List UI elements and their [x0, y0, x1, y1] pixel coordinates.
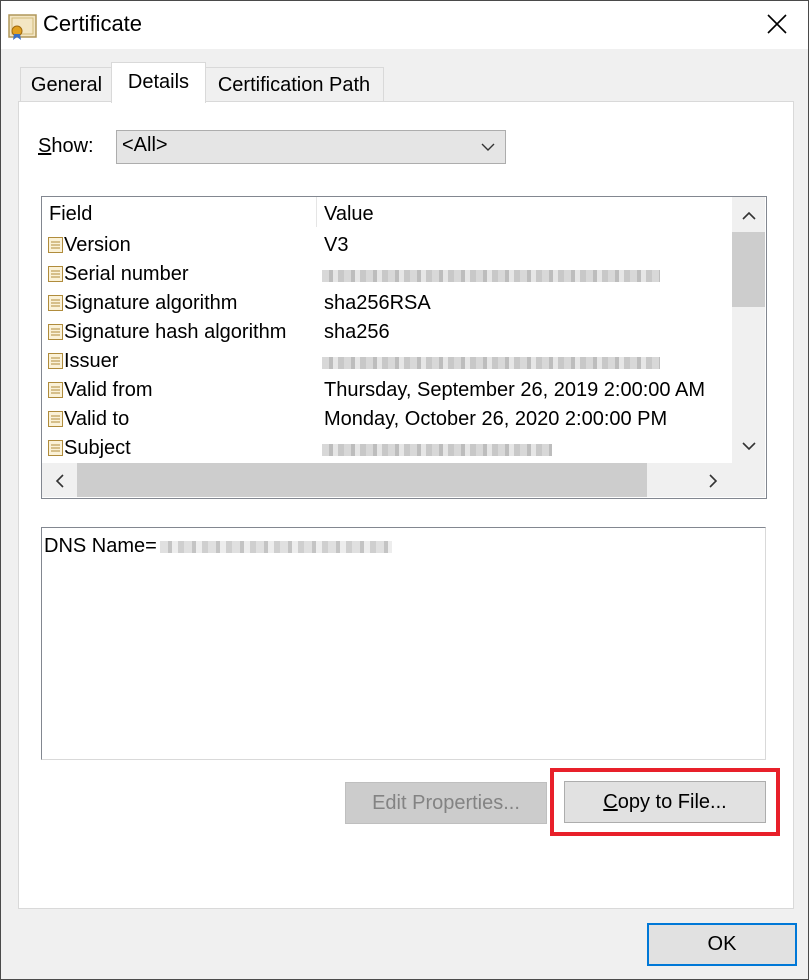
- horizontal-scroll-thumb[interactable]: [77, 463, 647, 497]
- close-icon: [767, 14, 787, 34]
- tab-certification-path[interactable]: Certification Path: [204, 67, 384, 101]
- show-selected-value: <All>: [122, 134, 168, 156]
- title-bar: Certificate: [1, 1, 808, 49]
- list-row[interactable]: Version V3: [42, 232, 732, 261]
- field-value: V3: [324, 234, 349, 256]
- field-icon: [48, 382, 63, 398]
- show-dropdown[interactable]: <All>: [116, 130, 506, 164]
- column-divider[interactable]: [316, 197, 317, 227]
- column-header-value[interactable]: Value: [324, 203, 374, 226]
- vertical-scrollbar[interactable]: [732, 197, 765, 463]
- vertical-scroll-thumb[interactable]: [732, 232, 765, 307]
- field-icon: [48, 324, 63, 340]
- scroll-down-icon[interactable]: [742, 442, 756, 451]
- redacted-dns-name: [160, 541, 392, 553]
- list-row[interactable]: Subject: [42, 435, 732, 464]
- details-text: DNS Name=: [44, 535, 157, 557]
- field-icon: [48, 440, 63, 456]
- tab-details[interactable]: Details: [111, 62, 206, 103]
- field-icon: [48, 237, 63, 253]
- scroll-left-icon[interactable]: [55, 474, 64, 488]
- field-name: Valid to: [64, 408, 130, 430]
- copy-to-file-button[interactable]: Copy to File...: [564, 781, 766, 823]
- redacted-value: [322, 270, 660, 282]
- scroll-corner: [732, 463, 765, 497]
- window-title: Certificate: [43, 11, 143, 36]
- certificate-dialog: Certificate General Details Certificatio…: [0, 0, 809, 980]
- list-row[interactable]: Signature hash algorithm sha256: [42, 319, 732, 348]
- field-name: Valid from: [64, 379, 153, 401]
- field-name: Version: [64, 234, 131, 256]
- chevron-down-icon: [481, 143, 495, 151]
- list-header: Field Value: [42, 197, 732, 229]
- redacted-value: [322, 444, 552, 456]
- scroll-right-icon[interactable]: [709, 474, 718, 488]
- fields-list[interactable]: Field Value Version V3 Serial number Sig…: [41, 196, 767, 499]
- field-value: Monday, October 26, 2020 2:00:00 PM: [324, 408, 668, 430]
- field-icon: [48, 266, 63, 282]
- field-icon: [48, 353, 63, 369]
- list-row[interactable]: Signature algorithm sha256RSA: [42, 290, 732, 319]
- field-name: Signature hash algorithm: [64, 321, 287, 343]
- horizontal-scrollbar[interactable]: [42, 463, 732, 497]
- list-row[interactable]: Valid to Monday, October 26, 2020 2:00:0…: [42, 406, 732, 435]
- field-name: Subject: [64, 437, 131, 459]
- field-details-textbox[interactable]: DNS Name=: [41, 527, 766, 760]
- ok-button[interactable]: OK: [647, 923, 797, 966]
- edit-properties-button[interactable]: Edit Properties...: [345, 782, 547, 824]
- field-value: sha256: [324, 321, 390, 343]
- list-row[interactable]: Valid from Thursday, September 26, 2019 …: [42, 377, 732, 406]
- field-name: Serial number: [64, 263, 189, 285]
- field-icon: [48, 295, 63, 311]
- field-icon: [48, 411, 63, 427]
- field-value: sha256RSA: [324, 292, 431, 314]
- column-header-field[interactable]: Field: [49, 203, 92, 226]
- field-name: Signature algorithm: [64, 292, 238, 314]
- show-label: Show:: [38, 135, 94, 157]
- close-button[interactable]: [746, 1, 808, 49]
- redacted-value: [322, 357, 660, 369]
- list-row[interactable]: Issuer: [42, 348, 732, 377]
- list-row[interactable]: Serial number: [42, 261, 732, 290]
- field-name: Issuer: [64, 350, 119, 372]
- tab-general[interactable]: General: [20, 67, 113, 101]
- scroll-up-icon[interactable]: [742, 211, 756, 220]
- field-value: Thursday, September 26, 2019 2:00:00 AM: [324, 379, 705, 401]
- certificate-icon: [8, 13, 38, 41]
